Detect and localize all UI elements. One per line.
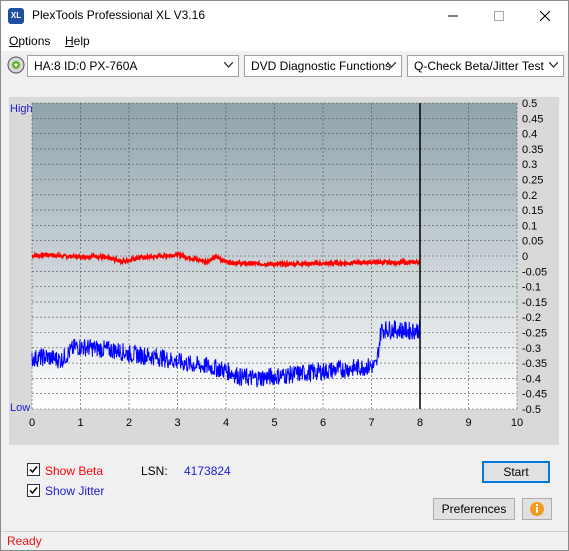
low-label: Low [10, 402, 30, 414]
test-select-value: Q-Check Beta/Jitter Test [414, 59, 544, 73]
show-beta-checkbox[interactable] [27, 463, 40, 476]
start-button[interactable]: Start [482, 461, 550, 483]
x-tick-label: 1 [77, 417, 83, 429]
x-tick-label: 4 [223, 417, 229, 429]
toolbar: HA:8 ID:0 PX-760A DVD Diagnostic Functio… [1, 51, 568, 81]
status-bar: Ready [1, 531, 568, 550]
show-jitter-checkbox[interactable] [27, 484, 40, 497]
title-bar: XL PlexTools Professional XL V3.16 [1, 1, 568, 31]
menu-bar: Options Help [1, 31, 568, 51]
y-tick-label: 0.05 [522, 236, 543, 248]
maximize-button[interactable] [476, 1, 522, 31]
x-tick-label: 2 [126, 417, 132, 429]
x-tick-label: 9 [465, 417, 471, 429]
y-tick-label: 0.3 [522, 159, 537, 171]
window-title: PlexTools Professional XL V3.16 [32, 8, 205, 22]
show-jitter-label[interactable]: Show Jitter [45, 484, 104, 498]
y-tick-label: -0.5 [522, 404, 541, 416]
y-tick-label: -0.4 [522, 373, 541, 385]
y-tick-label: -0.45 [522, 389, 547, 401]
status-text: Ready [7, 534, 42, 548]
minimize-button[interactable] [430, 1, 476, 31]
close-button[interactable] [522, 1, 568, 31]
x-axis-ticks: 0 1 2 3 4 5 6 7 8 9 10 [29, 417, 523, 429]
x-tick-label: 0 [29, 417, 35, 429]
y-axis-ticks: 0.5 0.45 0.4 0.35 0.3 0.25 0.2 0.15 0.1 0.05 0 -0.0… [522, 98, 547, 416]
y-tick-label: -0.25 [522, 328, 547, 340]
x-tick-label: 8 [417, 417, 423, 429]
chevron-down-icon [224, 62, 233, 68]
beta-jitter-chart: 0 1 2 3 4 5 6 7 8 9 10 0.5 0.45 0.4 0.35 0.3 0.25 0.2 0.1… [10, 98, 547, 429]
test-select[interactable]: Q-Check Beta/Jitter Test [407, 55, 564, 77]
info-icon [530, 502, 544, 516]
lsn-value: 4173824 [184, 464, 231, 478]
preferences-button[interactable]: Preferences [433, 498, 515, 520]
y-tick-label: -0.2 [522, 312, 541, 324]
y-tick-label: 0.45 [522, 113, 543, 125]
x-tick-label: 3 [174, 417, 180, 429]
chart-panel: 0 1 2 3 4 5 6 7 8 9 10 0.5 0.45 0.4 0.35 0.3 0.25 0.2 0.1… [9, 97, 559, 445]
x-tick-label: 6 [320, 417, 326, 429]
y-tick-label: 0.4 [522, 129, 537, 141]
y-tick-label: -0.1 [522, 282, 541, 294]
minimize-icon [448, 15, 458, 17]
menu-options[interactable]: Options [9, 34, 50, 48]
function-select-value: DVD Diagnostic Functions [251, 59, 392, 73]
bottom-panel: Show Beta Show Jitter LSN: 4173824 Start… [1, 447, 568, 531]
drive-select-value: HA:8 ID:0 PX-760A [34, 59, 138, 73]
y-tick-label: 0.15 [522, 205, 543, 217]
y-tick-label: 0.1 [522, 220, 537, 232]
menu-help[interactable]: Help [65, 34, 90, 48]
app-window: XL PlexTools Professional XL V3.16 Optio… [0, 0, 569, 551]
close-icon [540, 11, 550, 21]
y-tick-label: 0 [522, 251, 528, 263]
y-tick-label: 0.2 [522, 190, 537, 202]
x-tick-label: 5 [271, 417, 277, 429]
x-tick-label: 7 [368, 417, 374, 429]
y-tick-label: -0.05 [522, 266, 547, 278]
y-tick-label: 0.25 [522, 175, 543, 187]
y-tick-label: 0.35 [522, 144, 543, 156]
checkmark-icon [29, 487, 38, 495]
info-button[interactable] [522, 498, 552, 520]
high-label: High [10, 103, 33, 115]
maximize-icon [494, 11, 504, 21]
chevron-down-icon [549, 62, 558, 68]
x-tick-label: 10 [511, 417, 523, 429]
y-tick-label: -0.15 [522, 297, 547, 309]
checkmark-icon [29, 466, 38, 474]
y-tick-label: -0.35 [522, 358, 547, 370]
app-icon: XL [8, 8, 24, 24]
show-beta-label[interactable]: Show Beta [45, 464, 103, 478]
chevron-down-icon [387, 62, 396, 68]
drive-icon [7, 56, 25, 74]
y-tick-label: -0.3 [522, 343, 541, 355]
function-select[interactable]: DVD Diagnostic Functions [244, 55, 402, 77]
lsn-label: LSN: [141, 464, 168, 478]
drive-select[interactable]: HA:8 ID:0 PX-760A [27, 55, 239, 77]
y-tick-label: 0.5 [522, 98, 537, 110]
